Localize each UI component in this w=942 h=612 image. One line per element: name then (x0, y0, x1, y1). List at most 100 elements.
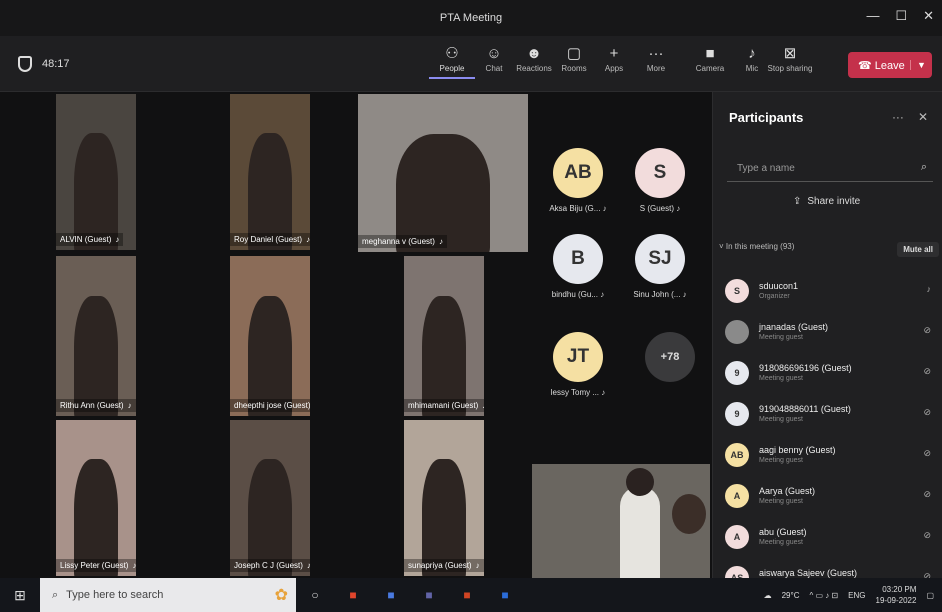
share-invite-button[interactable]: ⇪ Share invite (793, 196, 860, 207)
avatar: S (725, 278, 749, 303)
video-tile[interactable]: Lissy Peter (Guest) ♪ (56, 420, 136, 576)
mic-icon[interactable]: ♪ (927, 284, 932, 294)
share-icon: ⇪ (793, 196, 802, 207)
video-tile[interactable]: ALVIN (Guest) ♪ (56, 94, 136, 250)
video-tile[interactable]: mhimamani (Guest)♪ (404, 256, 484, 416)
section-label[interactable]: ˅ In this meeting (93) (719, 242, 794, 257)
powerpoint-icon[interactable]: ■ (448, 588, 486, 602)
participant-row[interactable]: A Aarya (Guest) Meeting guest ⊘ (725, 475, 937, 516)
app-icon-2[interactable]: ■ (372, 588, 410, 602)
date: 19-09-2022 (875, 596, 917, 605)
language[interactable]: ENG (848, 591, 865, 600)
toolbar-label: Reactions (516, 64, 552, 73)
windows-taskbar: ⊞ ⌕ Type here to search ✿ ○ ■ ■ ■ ■ ■ ☁ … (0, 578, 942, 612)
mic-off-icon[interactable]: ⊘ (923, 325, 931, 336)
window-title: PTA Meeting (439, 12, 503, 24)
share-invite-label: Share invite (807, 196, 861, 207)
search-icon: ⌕ (52, 588, 59, 601)
taskbar-search-input[interactable]: ⌕ Type here to search ✿ (40, 578, 296, 612)
video-tile[interactable]: sunapriya (Guest) ♪ (404, 420, 484, 576)
video-tile[interactable]: meghanna v (Guest) ♪ (358, 94, 528, 252)
close-panel-icon[interactable]: ✕ (918, 110, 928, 124)
more-button[interactable]: ··· More (633, 44, 679, 73)
avatar-tile[interactable]: Bbindhu (Gu... ♪ (538, 234, 618, 299)
minimize-icon[interactable]: — (866, 8, 879, 24)
mic-icon: ♪ (306, 235, 310, 244)
participant-name: Aarya (Guest) (759, 486, 816, 496)
participant-row[interactable]: jnanadas (Guest) Meeting guest ⊘ (725, 311, 937, 352)
avatar: S (635, 148, 685, 198)
teams-window: PTA Meeting — ☐ ✕ 48:17 ⚇ People ☺ Chat ☻ Rea… (0, 0, 942, 590)
leave-button[interactable]: ☎ Leave ▼ (848, 52, 932, 78)
mic-off-icon[interactable]: ⊘ (923, 489, 931, 500)
app-icon-1[interactable]: ■ (334, 588, 372, 602)
video-stage: ALVIN (Guest) ♪ Roy Daniel (Guest) ♪ meghann… (0, 92, 712, 578)
avatar: 9 (725, 401, 749, 426)
participant-row[interactable]: 9 919048886011 (Guest) Meeting guest ⊘ (725, 393, 937, 434)
meeting-timer: 48:17 (18, 56, 70, 72)
task-view-icon[interactable]: ○ (296, 588, 334, 602)
avatar-tile[interactable]: SJ Sinu John (... ♪ (620, 234, 700, 299)
stop-sharing-button[interactable]: ⊠ Stop sharing (767, 44, 813, 73)
camera-button[interactable]: ■ Camera (687, 44, 733, 73)
camera-icon: ■ (705, 45, 715, 62)
mic-off-icon[interactable]: ⊘ (923, 407, 931, 418)
weather-icon[interactable]: ☁ (764, 591, 772, 600)
avatar-name: Sinu John (... ♪ (633, 290, 687, 299)
timer-text: 48:17 (42, 58, 70, 70)
participant-name: aagi benny (Guest) (759, 445, 836, 455)
video-tile[interactable]: dheepthi jose (Guest)♪ (230, 256, 310, 416)
video-tile[interactable]: Rithu Ann (Guest) ♪ (56, 256, 136, 416)
participant-name: sduucon1 (759, 281, 799, 291)
in-meeting-section: ˅ In this meeting (93) Mute all (719, 242, 939, 257)
avatar: JT (553, 332, 603, 382)
mute-all-button[interactable]: Mute all (897, 242, 939, 257)
avatar-tile[interactable]: JT lessy Tomy ... ♪ (538, 332, 618, 397)
overflow-tile[interactable]: +78 (630, 332, 710, 382)
participant-list: Ssduucon1 Organizer ♪ jnanadas (Guest) Meeti… (725, 270, 937, 598)
participant-row[interactable]: Aabu (Guest) Meeting guest ⊘ (725, 516, 937, 557)
toolbar-label: Apps (604, 64, 624, 73)
close-icon[interactable]: ✕ (923, 8, 934, 24)
participant-role: Meeting guest (759, 539, 803, 546)
video-tile-name: Lissy Peter (Guest) ♪ (56, 559, 136, 572)
clock[interactable]: 03:20 PM 19-09-2022 (876, 584, 917, 606)
mic-icon: ♪ (475, 561, 480, 570)
mic-off-icon[interactable]: ⊘ (923, 448, 931, 459)
time: 03:20 PM (882, 585, 917, 594)
more-options-icon[interactable]: ··· (892, 110, 904, 124)
maximize-icon[interactable]: ☐ (895, 8, 907, 24)
participant-role: Meeting guest (759, 498, 803, 505)
chevron-down-icon[interactable]: ▼ (910, 60, 932, 70)
avatar-tile[interactable]: AB Aksa Biju (G... ♪ (538, 148, 618, 213)
participant-video (248, 296, 292, 416)
participant-video (74, 296, 118, 416)
participant-search-input[interactable]: Type a name ⌕ (727, 156, 933, 182)
teams-icon[interactable]: ■ (410, 588, 448, 602)
overflow-count: +78 (645, 332, 695, 382)
participant-role: Meeting guest (759, 457, 803, 464)
notification-icon[interactable]: ▢ (926, 591, 934, 600)
apps-button[interactable]: + Apps (591, 44, 637, 73)
avatar (725, 319, 749, 344)
people-button[interactable]: ⚇ People (429, 44, 475, 79)
mic-off-icon[interactable]: ⊘ (923, 530, 931, 541)
participant-row[interactable]: Ssduucon1 Organizer ♪ (725, 270, 937, 311)
avatar: B (553, 234, 603, 284)
mic-off-icon[interactable]: ⊘ (923, 366, 931, 377)
tray-icons[interactable]: ^ ▭ ♪ ⊡ (809, 591, 838, 600)
video-tile[interactable]: Roy Daniel (Guest) ♪ (230, 94, 310, 250)
windows-start-icon[interactable]: ⊞ (0, 587, 40, 604)
avatar-tile[interactable]: S S (Guest) ♪ (620, 148, 700, 213)
participant-row[interactable]: AB aagi benny (Guest) Meeting guest ⊘ (725, 434, 937, 475)
video-tile-name: Rithu Ann (Guest) ♪ (56, 399, 136, 412)
toolbar-label: Mic (745, 64, 759, 73)
search-placeholder: Type a name (737, 163, 795, 174)
title-bar: PTA Meeting — ☐ ✕ (0, 0, 942, 36)
participant-role: Meeting guest (759, 334, 803, 341)
video-tile[interactable]: Joseph C J (Guest) ♪ (230, 420, 310, 576)
flower-icon: ✿ (274, 587, 288, 604)
word-icon[interactable]: ■ (486, 588, 524, 602)
participant-row[interactable]: 9 918086696196 (Guest) Meeting guest ⊘ (725, 352, 937, 393)
participant-name: aiswarya Sajeev (Guest) (759, 568, 858, 578)
